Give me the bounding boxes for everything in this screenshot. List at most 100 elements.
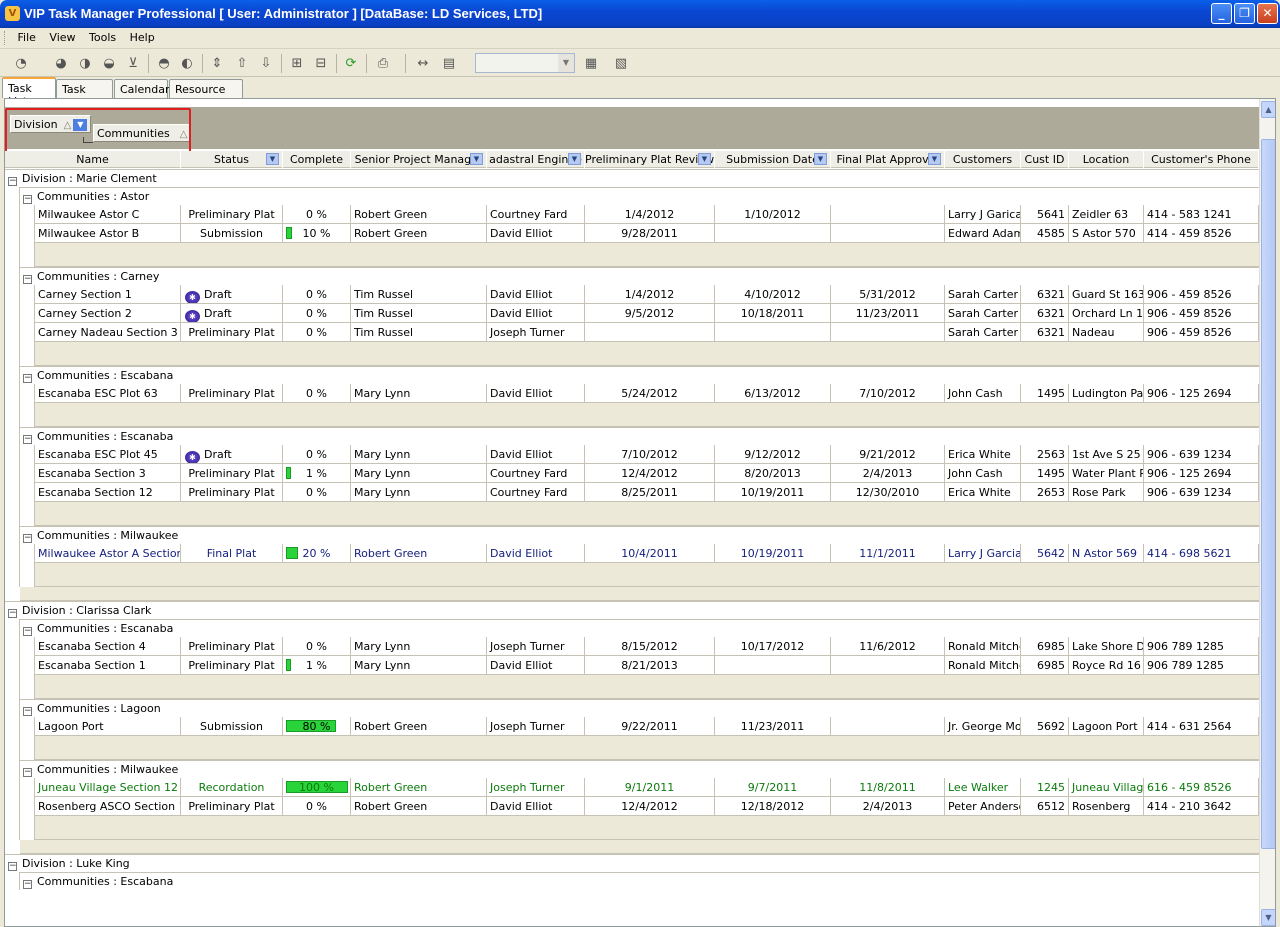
column-header-cust-id[interactable]: Cust ID <box>1021 151 1069 168</box>
column-filter-icon[interactable]: ▼ <box>928 153 941 165</box>
table-row[interactable]: Escanaba Section 4 Preliminary Plat 0 % Mar… <box>5 637 1259 656</box>
report-icon[interactable]: ◓ <box>155 55 173 72</box>
table-row[interactable]: Milwaukee Astor C Preliminary Plat 0 % Robe… <box>5 205 1259 224</box>
cell-customer: Larry J Garcia <box>945 544 1021 563</box>
collapse-icon[interactable]: − <box>23 768 32 777</box>
collapse-icon[interactable]: − <box>8 609 17 618</box>
collapse-icon[interactable]: − <box>8 862 17 871</box>
tab-resource-list[interactable]: Resource List <box>169 79 243 109</box>
collapse-icon[interactable]: − <box>23 195 32 204</box>
print-icon[interactable]: ⎙ <box>374 55 392 72</box>
column-filter-icon[interactable]: ▼ <box>568 153 581 165</box>
column-filter-icon[interactable]: ▼ <box>470 153 483 165</box>
vertical-scrollbar[interactable]: ▲ ▼ <box>1259 99 1275 926</box>
column-header-status[interactable]: Status ▼ <box>181 151 283 168</box>
filter-icon[interactable]: ⊻ <box>124 55 142 72</box>
table-row[interactable]: Escanaba Section 1 Preliminary Plat 1 % Mar… <box>5 656 1259 675</box>
collapse-icon[interactable]: − <box>23 534 32 543</box>
table-row[interactable]: Carney Nadeau Section 3 Preliminary Plat 0… <box>5 323 1259 342</box>
close-button[interactable]: ✕ <box>1257 3 1278 24</box>
export-icon[interactable]: ◐ <box>178 55 196 72</box>
menu-help[interactable]: Help <box>125 28 160 44</box>
chevron-down-icon[interactable]: ▼ <box>558 54 574 72</box>
community-group-row[interactable]: − Communities : Milwaukee <box>23 526 178 544</box>
cell-status: Preliminary Plat <box>181 384 283 403</box>
copy-task-icon[interactable]: ◑ <box>76 55 94 72</box>
column-header-name[interactable]: Name <box>5 151 181 168</box>
menu-view[interactable]: View <box>44 28 80 44</box>
column-header-complete[interactable]: Complete <box>283 151 351 168</box>
community-group-row[interactable]: − Communities : Milwaukee <box>23 760 178 778</box>
layout-icon[interactable]: ▦ <box>582 55 600 72</box>
fit-width-icon[interactable]: ↔ <box>414 55 432 72</box>
table-row[interactable]: Milwaukee Astor B Submission 10 % Robert Gr… <box>5 224 1259 243</box>
table-row[interactable]: Carney Section 2 ✱ Draft 0 % Tim Russel David… <box>5 304 1259 323</box>
refresh-icon[interactable]: ⟳ <box>342 55 360 72</box>
open-task-icon[interactable]: ◕ <box>52 55 70 72</box>
group-footer <box>35 816 1259 840</box>
community-band <box>20 760 1259 761</box>
tab-task-list[interactable]: Task List <box>2 77 56 108</box>
collapse-icon[interactable]: − <box>23 880 32 889</box>
collapse-icon[interactable]: − <box>23 435 32 444</box>
expand-all-icon[interactable]: ⊞ <box>288 55 306 72</box>
table-row[interactable]: Lagoon Port Submission 80 % Robert Green Jos… <box>5 717 1259 736</box>
menu-file[interactable]: File <box>13 28 41 44</box>
delete-task-icon[interactable]: ◒ <box>100 55 118 72</box>
column-header-senior-project-manager[interactable]: Senior Project Manager ▼ <box>351 151 487 168</box>
table-row[interactable]: Carney Section 1 ✱ Draft 0 % Tim Russel David… <box>5 285 1259 304</box>
columns-icon[interactable]: ▤ <box>440 55 458 72</box>
options-icon[interactable]: ▧ <box>612 55 630 72</box>
column-filter-icon[interactable]: ▼ <box>266 153 279 165</box>
cell-eng: David Elliot <box>487 304 585 323</box>
table-row[interactable]: Juneau Village Section 12 Recordation 100 … <box>5 778 1259 797</box>
column-header-submission-date[interactable]: Submission Date ▼ <box>715 151 831 168</box>
collapse-icon[interactable]: − <box>23 627 32 636</box>
column-header-preliminary-plat-review[interactable]: Preliminary Plat Review ▼ <box>585 151 715 168</box>
community-group-row[interactable]: − Communities : Escabana <box>23 872 173 890</box>
cell-cust-id: 2563 <box>1021 445 1069 464</box>
task-grid: − Division : Marie Clement − Communities : … <box>5 169 1259 926</box>
tab-task-tree[interactable]: Task Tree <box>56 79 113 109</box>
new-task-icon[interactable]: ◔ <box>12 55 30 72</box>
community-group-row[interactable]: − Communities : Escanaba <box>23 427 173 445</box>
minimize-button[interactable]: _ <box>1211 3 1232 24</box>
scroll-thumb[interactable] <box>1261 139 1275 849</box>
cell-location: Water Plant Rd <box>1069 464 1144 483</box>
move-up-icon[interactable]: ⇧ <box>233 55 251 72</box>
scroll-down-icon[interactable]: ▼ <box>1261 909 1275 926</box>
collapse-all-icon[interactable]: ⊟ <box>312 55 330 72</box>
table-row[interactable]: Escanaba Section 3 Preliminary Plat 1 % Mar… <box>5 464 1259 483</box>
column-header-customers[interactable]: Customers <box>945 151 1021 168</box>
division-group-row[interactable]: − Division : Luke King <box>8 854 130 872</box>
move-updown-icon[interactable]: ⇕ <box>208 55 226 72</box>
community-group-row[interactable]: − Communities : Lagoon <box>23 699 161 717</box>
table-row[interactable]: Escanaba ESC Plot 45 ✱ Draft 0 % Mary Lynn Da… <box>5 445 1259 464</box>
column-header-location[interactable]: Location <box>1069 151 1144 168</box>
division-group-row[interactable]: − Division : Marie Clement <box>8 169 157 187</box>
collapse-icon[interactable]: − <box>23 275 32 284</box>
menu-tools[interactable]: Tools <box>84 28 121 44</box>
community-group-row[interactable]: − Communities : Escanaba <box>23 619 173 637</box>
table-row[interactable]: Rosenberg ASCO Section 12 Preliminary Pla… <box>5 797 1259 816</box>
community-group-row[interactable]: − Communities : Astor <box>23 187 149 205</box>
scroll-up-icon[interactable]: ▲ <box>1261 101 1275 118</box>
column-header-cadastral-engineer[interactable]: adastral Enginee ▼ <box>487 151 585 168</box>
collapse-icon[interactable]: − <box>23 707 32 716</box>
division-group-row[interactable]: − Division : Clarissa Clark <box>8 601 151 619</box>
collapse-icon[interactable]: − <box>8 177 17 186</box>
column-header-customer-s-phone[interactable]: Customer's Phone <box>1144 151 1259 168</box>
tab-calendar[interactable]: Calendar <box>114 79 169 98</box>
column-filter-icon[interactable]: ▼ <box>814 153 827 165</box>
community-group-row[interactable]: − Communities : Carney <box>23 267 159 285</box>
column-header-final-plat-approval[interactable]: Final Plat Approval ▼ <box>831 151 945 168</box>
move-down-icon[interactable]: ⇩ <box>257 55 275 72</box>
column-filter-icon[interactable]: ▼ <box>698 153 711 165</box>
community-group-row[interactable]: − Communities : Escabana <box>23 366 173 384</box>
toolbar-combo[interactable]: ▼ <box>475 53 575 73</box>
maximize-button[interactable]: ❐ <box>1234 3 1255 24</box>
table-row[interactable]: Milwaukee Astor A Section 2 Final Plat 20 … <box>5 544 1259 563</box>
table-row[interactable]: Escanaba Section 12 Preliminary Plat 0 % Ma… <box>5 483 1259 502</box>
table-row[interactable]: Escanaba ESC Plot 63 Preliminary Plat 0 % M… <box>5 384 1259 403</box>
collapse-icon[interactable]: − <box>23 374 32 383</box>
